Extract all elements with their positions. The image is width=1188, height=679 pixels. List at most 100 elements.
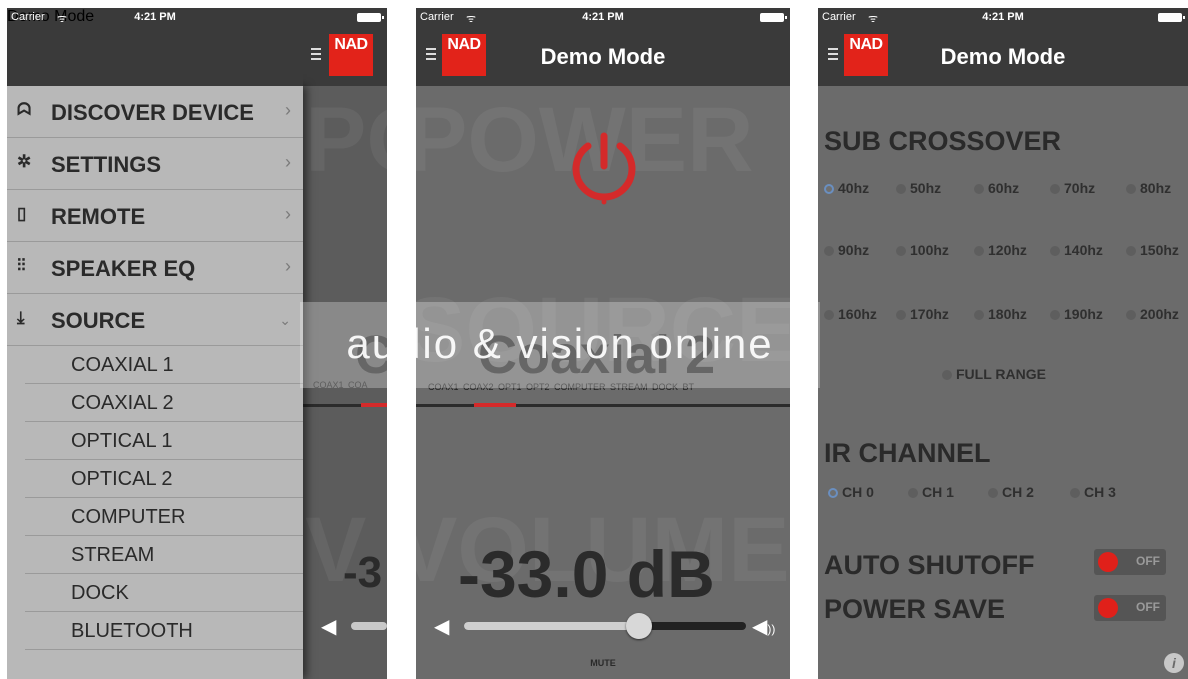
radio-dot bbox=[896, 310, 906, 320]
nad-logo: NAD bbox=[329, 34, 373, 76]
radio-dot bbox=[974, 310, 984, 320]
option-label: 160hz bbox=[838, 306, 877, 322]
crossover-option-50hz[interactable]: 50hz bbox=[896, 180, 941, 196]
radio-dot bbox=[908, 488, 918, 498]
hamburger-icon[interactable] bbox=[311, 48, 321, 62]
source-item-coaxial-1[interactable]: COAXIAL 1 bbox=[25, 346, 303, 384]
menu-item-speaker-eq[interactable]: ⫶⫶ SPEAKER EQ › bbox=[7, 242, 303, 294]
crossover-option-80hz[interactable]: 80hz bbox=[1126, 180, 1171, 196]
option-label: 80hz bbox=[1140, 180, 1172, 196]
option-label: 140hz bbox=[1064, 242, 1103, 258]
radio-dot bbox=[824, 246, 834, 256]
power-button-icon[interactable] bbox=[566, 124, 642, 206]
radio-dot bbox=[1126, 310, 1136, 320]
crossover-option-180hz[interactable]: 180hz bbox=[974, 306, 1027, 322]
menu-item-source[interactable]: ⤓ SOURCE ⌄ bbox=[7, 294, 303, 346]
radio-dot bbox=[942, 370, 952, 380]
option-label: 100hz bbox=[910, 242, 949, 258]
crossover-option-120hz[interactable]: 120hz bbox=[974, 242, 1027, 258]
radio-dot bbox=[1050, 246, 1060, 256]
menu-item-remote[interactable]: ▯ REMOTE › bbox=[7, 190, 303, 242]
auto-shutoff-label: AUTO SHUTOFF bbox=[824, 550, 1035, 580]
menu-label: DISCOVER DEVICE bbox=[51, 100, 254, 125]
source-item-stream[interactable]: STREAM bbox=[25, 536, 303, 574]
ir-option-ch-1[interactable]: CH 1 bbox=[908, 484, 954, 500]
clock: 4:21 PM bbox=[582, 11, 624, 23]
volume-track-partial[interactable] bbox=[351, 622, 387, 630]
source-item-dock[interactable]: DOCK bbox=[25, 574, 303, 612]
binoculars-icon: ᗣ bbox=[17, 100, 32, 119]
tab-active-indicator bbox=[361, 403, 387, 407]
option-label: 170hz bbox=[910, 306, 949, 322]
speaker-mute-icon[interactable]: ◀ bbox=[434, 614, 449, 639]
source-item-computer[interactable]: COMPUTER bbox=[25, 498, 303, 536]
settings-screen: NAD Demo Mode Carrier ᯤ 4:21 PM SUB CROS… bbox=[818, 8, 1188, 679]
auto-shutoff-toggle[interactable]: OFF bbox=[1094, 549, 1166, 575]
watermark: audio & vision online bbox=[300, 302, 820, 388]
volume-slider-thumb[interactable] bbox=[625, 613, 652, 639]
chevron-right-icon: › bbox=[285, 152, 291, 172]
radio-dot bbox=[824, 310, 834, 320]
option-label: 150hz bbox=[1140, 242, 1179, 258]
watermark-text: audio & vision online bbox=[346, 320, 774, 367]
clock: 4:21 PM bbox=[134, 11, 176, 23]
radio-dot bbox=[896, 246, 906, 256]
crossover-option-90hz[interactable]: 90hz bbox=[824, 242, 869, 258]
chevron-right-icon: › bbox=[285, 100, 291, 120]
speaker-loud-icon[interactable]: ◀︎)) bbox=[752, 614, 775, 639]
equalizer-icon: ⫶⫶ bbox=[17, 256, 26, 275]
option-label: 200hz bbox=[1140, 306, 1179, 322]
crossover-option-150hz[interactable]: 150hz bbox=[1126, 242, 1179, 258]
crossover-option-100hz[interactable]: 100hz bbox=[896, 242, 949, 258]
option-label: CH 1 bbox=[922, 484, 954, 500]
status-bar: Carrier ᯤ 4:21 PM bbox=[416, 8, 790, 26]
info-icon[interactable]: i bbox=[1164, 653, 1184, 673]
power-save-toggle[interactable]: OFF bbox=[1094, 595, 1166, 621]
mute-label[interactable]: MUTE bbox=[416, 658, 790, 668]
chevron-right-icon: › bbox=[285, 256, 291, 276]
status-bar: Carrier ᯤ 4:21 PM bbox=[818, 8, 1188, 26]
crossover-option-170hz[interactable]: 170hz bbox=[896, 306, 949, 322]
crossover-option-140hz[interactable]: 140hz bbox=[1050, 242, 1103, 258]
chevron-down-icon: ⌄ bbox=[279, 312, 291, 328]
status-bar: Carrier ᯤ 4:21 PM bbox=[7, 8, 387, 26]
crossover-option-200hz[interactable]: 200hz bbox=[1126, 306, 1179, 322]
option-label: 40hz bbox=[838, 180, 870, 196]
toggle-state: OFF bbox=[1136, 600, 1160, 614]
crossover-option-40hz[interactable]: 40hz bbox=[824, 180, 869, 196]
crossover-option-60hz[interactable]: 60hz bbox=[974, 180, 1019, 196]
menu-item-discover[interactable]: ᗣ DISCOVER DEVICE › bbox=[7, 86, 303, 138]
option-label: 120hz bbox=[988, 242, 1027, 258]
sub-crossover-title: SUB CROSSOVER bbox=[824, 126, 1062, 156]
volume-readout-partial: -3 bbox=[343, 548, 383, 597]
option-label: 180hz bbox=[988, 306, 1027, 322]
download-icon: ⤓ bbox=[17, 308, 25, 327]
option-label: 60hz bbox=[988, 180, 1020, 196]
toggle-knob bbox=[1098, 598, 1118, 618]
chevron-right-icon: › bbox=[285, 204, 291, 224]
source-item-bluetooth[interactable]: BLUETOOTH bbox=[25, 612, 303, 650]
radio-dot bbox=[974, 184, 984, 194]
clock: 4:21 PM bbox=[982, 11, 1024, 23]
crossover-option-70hz[interactable]: 70hz bbox=[1050, 180, 1095, 196]
ir-option-ch-2[interactable]: CH 2 bbox=[988, 484, 1034, 500]
power-save-label: POWER SAVE bbox=[824, 594, 1006, 624]
ir-option-ch-0[interactable]: CH 0 bbox=[828, 484, 874, 500]
radio-dot bbox=[1050, 184, 1060, 194]
crossover-option-160hz[interactable]: 160hz bbox=[824, 306, 877, 322]
crossover-option-full-range[interactable]: FULL RANGE bbox=[942, 366, 1046, 382]
ghost-power-text: PO bbox=[305, 89, 387, 191]
source-item-optical-2[interactable]: OPTICAL 2 bbox=[25, 460, 303, 498]
tab-divider bbox=[416, 404, 790, 407]
source-item-coaxial-2[interactable]: COAXIAL 2 bbox=[25, 384, 303, 422]
menu-label: SPEAKER EQ bbox=[51, 256, 196, 281]
speaker-mute-icon[interactable]: ◀ bbox=[321, 614, 336, 639]
option-label: CH 2 bbox=[1002, 484, 1034, 500]
toggle-state: OFF bbox=[1136, 554, 1160, 568]
crossover-option-190hz[interactable]: 190hz bbox=[1050, 306, 1103, 322]
battery-icon bbox=[357, 13, 384, 22]
source-item-optical-1[interactable]: OPTICAL 1 bbox=[25, 422, 303, 460]
ir-option-ch-3[interactable]: CH 3 bbox=[1070, 484, 1116, 500]
menu-item-settings[interactable]: ✲ SETTINGS › bbox=[7, 138, 303, 190]
option-label: 190hz bbox=[1064, 306, 1103, 322]
